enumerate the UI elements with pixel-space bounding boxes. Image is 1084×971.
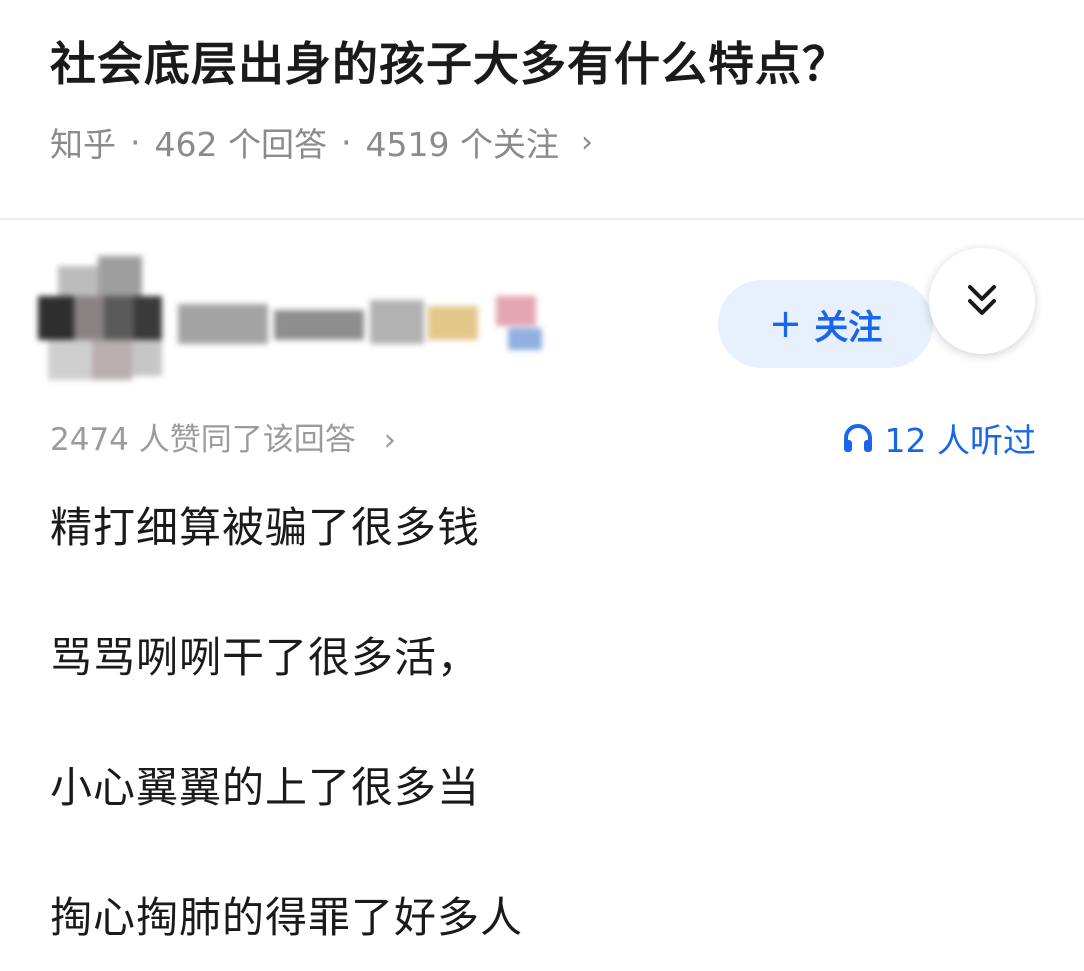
meta-separator: · [340,122,352,162]
answer-count: 462 个回答 [154,125,327,164]
follow-button[interactable]: + 关注 [718,280,933,368]
chevron-right-icon: › [383,422,397,458]
expand-button[interactable] [929,248,1035,354]
answer-line: 掏心掏肺的得罪了好多人 [50,893,524,942]
meta-separator: · [130,122,141,162]
headphones-icon [843,424,872,452]
answer-line: 骂骂咧咧干了很多活， [50,633,481,682]
question-meta[interactable]: 知乎 · 462 个回答 · 4519 个关注 › [50,118,593,166]
answer-line: 精打细算被骗了很多钱 [50,503,481,552]
upvote-count: 2474 人赞同了该回答 [50,422,356,458]
question-title[interactable]: 社会底层出身的孩子大多有什么特点？ [50,28,849,94]
listen-count-text: 12 人听过 [884,421,1036,460]
source-label: 知乎 [50,125,116,164]
follower-count: 4519 个关注 [365,125,559,164]
listen-count[interactable]: 12 人听过 [841,414,1036,462]
avatar[interactable] [38,256,162,386]
divider [0,218,1084,220]
answer-line: 小心翼翼的上了很多当 [50,763,481,812]
chevron-right-icon: › [580,124,593,160]
plus-icon: + [768,301,803,347]
author-name[interactable] [178,296,558,352]
follow-label: 关注 [814,307,883,348]
double-chevron-down-icon [968,285,996,315]
upvote-summary[interactable]: 2474 人赞同了该回答 › [50,414,396,459]
